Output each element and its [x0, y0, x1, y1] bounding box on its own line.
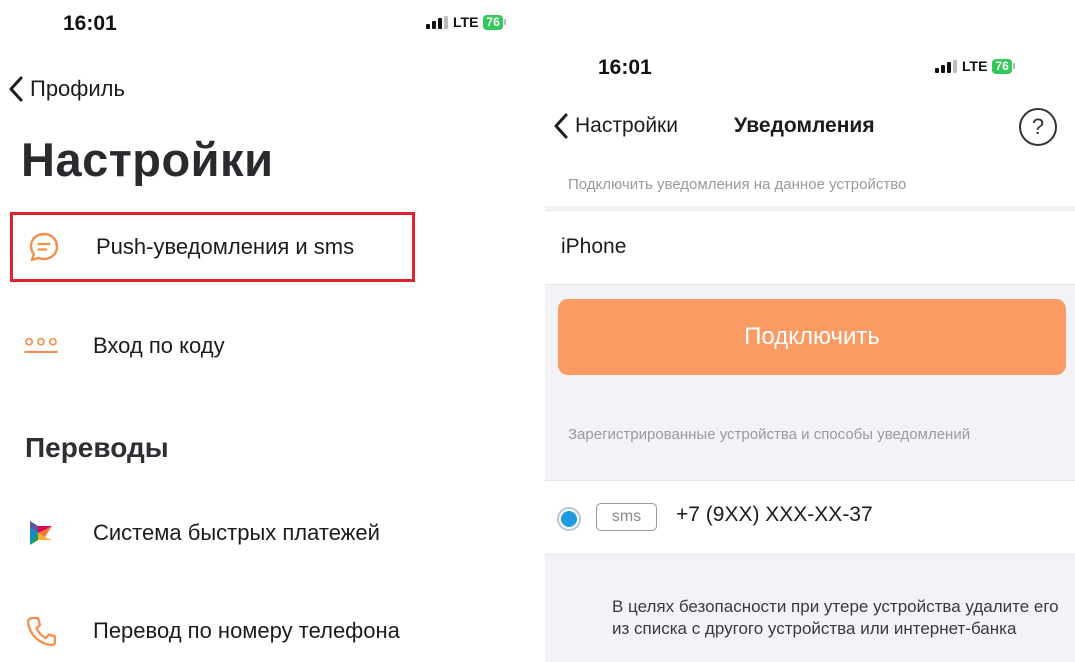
registered-device-row[interactable]: sms +7 (9XX) XXX-XX-37 — [545, 480, 1075, 555]
signal-icon — [426, 15, 448, 29]
chat-bubble-icon — [27, 230, 61, 264]
sbp-logo-icon — [24, 516, 58, 550]
status-indicators: LTE 76 — [426, 14, 506, 30]
connect-button[interactable]: Подключить — [558, 299, 1066, 375]
battery-tip — [503, 19, 506, 25]
status-time: 16:01 — [63, 12, 117, 35]
notifications-screen: 16:01 LTE 76 Настройки Уведомления ? Под… — [545, 0, 1075, 662]
menu-item-label: Вход по коду — [93, 333, 225, 358]
menu-item-passcode-login[interactable]: Вход по коду — [10, 311, 415, 381]
page-title: Настройки — [21, 133, 274, 186]
battery-icon: 76 — [483, 14, 503, 30]
security-note: В целях безопасности при утере устройств… — [612, 597, 1059, 638]
back-label: Профиль — [30, 76, 125, 101]
network-type: LTE — [962, 58, 988, 74]
help-button[interactable]: ? — [1019, 108, 1057, 146]
section-heading-transfers: Переводы — [25, 432, 169, 463]
back-button[interactable]: Настройки — [553, 113, 678, 139]
status-time: 16:01 — [598, 56, 652, 79]
connect-caption: Подключить уведомления на данное устройс… — [568, 176, 907, 193]
device-name: iPhone — [561, 235, 627, 258]
chevron-left-icon — [9, 76, 23, 102]
page-title: Уведомления — [734, 114, 875, 137]
back-label: Настройки — [575, 114, 678, 137]
battery-tip — [1012, 63, 1015, 69]
settings-screen: 16:01 LTE 76 Профиль Настройки Push-увед… — [0, 0, 545, 662]
network-type: LTE — [453, 14, 479, 30]
phone-number: +7 (9XX) XXX-XX-37 — [676, 503, 873, 526]
registered-caption: Зарегистрированные устройства и способы … — [568, 426, 971, 443]
back-button[interactable]: Профиль — [8, 76, 125, 102]
menu-item-phone-transfer[interactable]: Перевод по номеру телефона — [10, 596, 415, 662]
menu-item-label: Перевод по номеру телефона — [93, 618, 400, 643]
menu-item-push-notifications[interactable]: Push-уведомления и sms — [10, 212, 415, 282]
sms-badge: sms — [596, 503, 657, 531]
menu-item-sbp[interactable]: Система быстрых платежей — [10, 498, 415, 568]
battery-icon: 76 — [992, 58, 1012, 74]
passcode-dots-icon — [24, 329, 58, 363]
menu-item-label: Система быстрых платежей — [93, 520, 380, 545]
signal-icon — [935, 59, 957, 73]
radio-selected-icon[interactable] — [557, 507, 581, 531]
chevron-left-icon — [554, 113, 568, 139]
device-row: iPhone — [545, 210, 1075, 285]
phone-icon — [24, 614, 58, 648]
status-indicators: LTE 76 — [935, 58, 1015, 74]
menu-item-label: Push-уведомления и sms — [96, 234, 355, 259]
